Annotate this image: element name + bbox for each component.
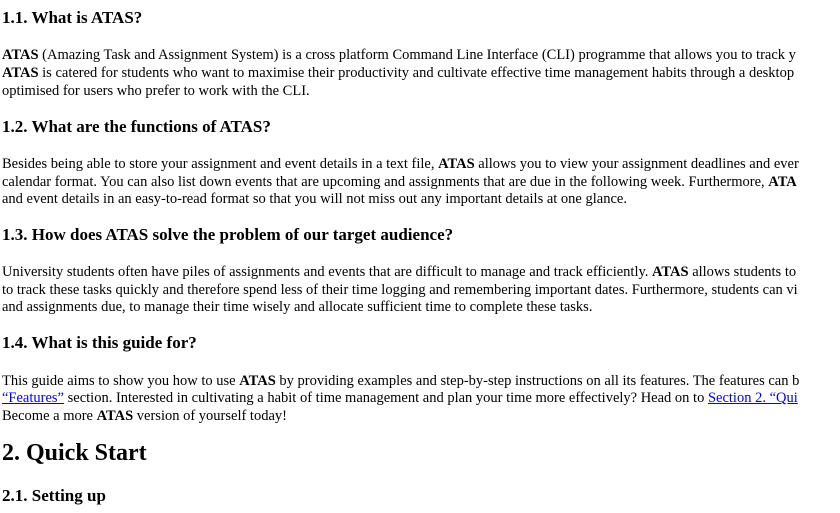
paragraph-text: is catered for students who want to maxi… — [38, 65, 795, 81]
paragraph-line: University students often have piles of … — [2, 263, 796, 281]
heading-target-audience: 1.3. How does ATAS solve the problem of … — [2, 225, 454, 244]
paragraph-text: Besides being able to store your assignm… — [2, 156, 439, 172]
atas-bold: ATAS — [438, 156, 475, 172]
atas-bold: ATA — [768, 174, 797, 190]
quick-start-link[interactable]: Section 2. “Qui — [708, 390, 798, 406]
paragraph-line: ATAS (Amazing Task and Assignment System… — [2, 46, 796, 64]
paragraph-text: to track these tasks quickly and therefo… — [2, 282, 798, 298]
atas-bold: ATAS — [96, 408, 134, 424]
paragraph-text: by providing examples and step-by-step i… — [275, 373, 800, 389]
paragraph-line: “Features” section. Interested in cultiv… — [2, 389, 798, 407]
document-page: 1.1. What is ATAS? ATAS (Amazing Task an… — [0, 0, 840, 513]
paragraph-text: calendar format. You can also list down … — [2, 174, 769, 190]
features-link[interactable]: “Features” — [2, 390, 64, 406]
atas-bold: ATAS — [2, 47, 39, 63]
paragraph-line: optimised for users who prefer to work w… — [2, 82, 310, 100]
paragraph-text: version of yourself today! — [133, 408, 287, 424]
paragraph-line: ATAS is catered for students who want to… — [2, 64, 794, 82]
paragraph-text: and event details in an easy-to-read for… — [2, 191, 627, 207]
heading-guide-purpose: 1.4. What is this guide for? — [2, 333, 197, 352]
paragraph-text: and assignments due, to manage their tim… — [2, 299, 593, 315]
atas-bold: ATAS — [2, 65, 39, 81]
paragraph-line: to track these tasks quickly and therefo… — [2, 281, 798, 299]
paragraph-text: optimised for users who prefer to work w… — [2, 83, 310, 99]
paragraph-text: (Amazing Task and Assignment System) is … — [38, 47, 796, 63]
heading-functions-of-atas: 1.2. What are the functions of ATAS? — [2, 117, 271, 136]
paragraph-text: University students often have piles of … — [2, 264, 653, 280]
paragraph-line: calendar format. You can also list down … — [2, 173, 797, 191]
paragraph-line: Become a more ATAS version of yourself t… — [2, 407, 287, 425]
paragraph-text: section. Interested in cultivating a hab… — [64, 390, 708, 406]
atas-bold: ATAS — [652, 264, 689, 280]
heading-setting-up: 2.1. Setting up — [2, 486, 106, 505]
paragraph-text: allows you to view your assignment deadl… — [474, 156, 799, 172]
paragraph-line: and event details in an easy-to-read for… — [2, 190, 627, 208]
paragraph-line: This guide aims to show you how to use A… — [2, 372, 799, 390]
paragraph-text: Become a more — [2, 408, 97, 424]
paragraph-text: This guide aims to show you how to use — [2, 373, 240, 389]
heading-quick-start: 2. Quick Start — [2, 440, 147, 466]
heading-what-is-atas: 1.1. What is ATAS? — [2, 8, 143, 27]
paragraph-line: and assignments due, to manage their tim… — [2, 298, 592, 316]
paragraph-line: Besides being able to store your assignm… — [2, 155, 799, 173]
atas-bold: ATAS — [239, 373, 276, 389]
paragraph-text: allows students to — [688, 264, 797, 280]
